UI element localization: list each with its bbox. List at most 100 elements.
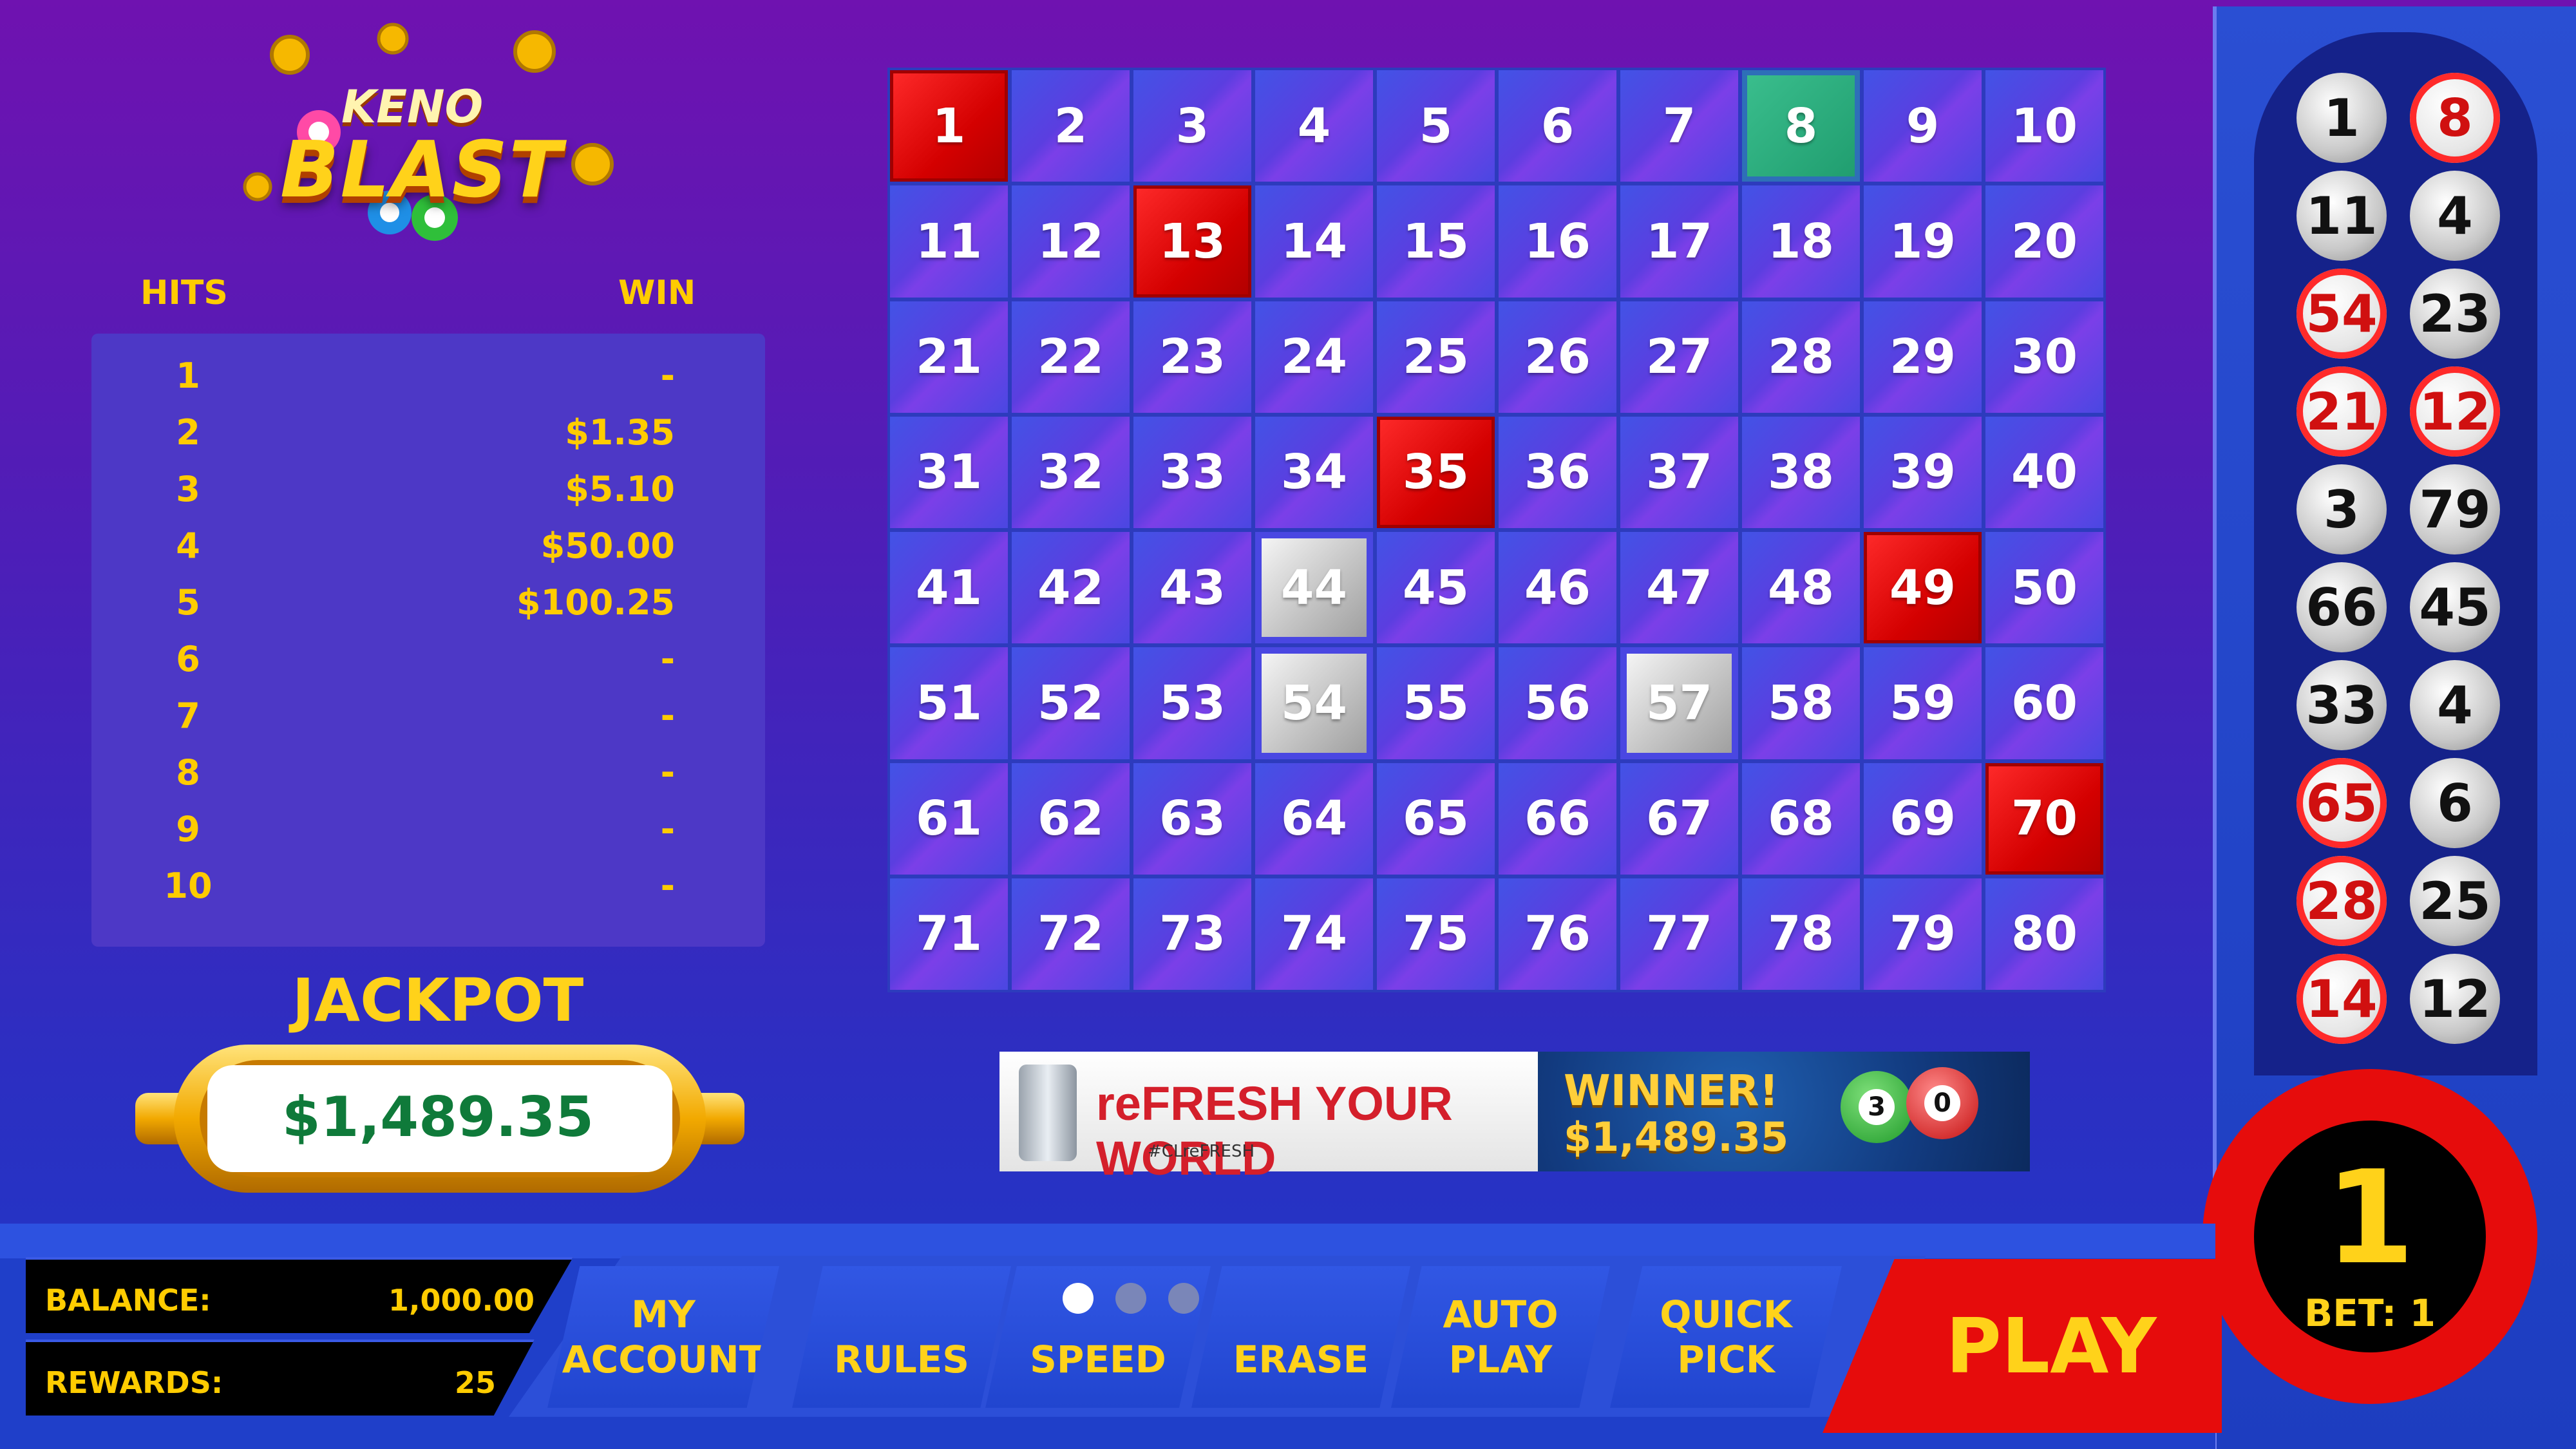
keno-cell[interactable]: 29 (1864, 301, 1982, 413)
auto-play-button[interactable]: AUTO PLAY (1391, 1266, 1610, 1408)
speed-dot-2[interactable] (1115, 1283, 1146, 1314)
quick-pick-button[interactable]: QUICK PICK (1610, 1266, 1842, 1408)
keno-cell[interactable]: 54 (1255, 647, 1373, 759)
play-label: PLAY (1946, 1302, 2157, 1390)
keno-cell[interactable]: 63 (1133, 762, 1251, 875)
keno-cell[interactable]: 60 (1985, 647, 2103, 759)
keno-cell[interactable]: 70 (1985, 762, 2103, 875)
keno-cell[interactable]: 40 (1985, 416, 2103, 528)
keno-cell[interactable]: 78 (1742, 878, 1860, 990)
keno-cell[interactable]: 2 (1012, 70, 1130, 182)
keno-cell[interactable]: 20 (1985, 185, 2103, 298)
keno-cell[interactable]: 50 (1985, 532, 2103, 644)
ad-panel-winner[interactable]: WINNER! $1,489.35 3 0 (1538, 1052, 2030, 1171)
drawn-ball: 8 (2410, 73, 2500, 163)
keno-cell[interactable]: 46 (1499, 532, 1616, 644)
keno-cell[interactable]: 1 (890, 70, 1008, 182)
paytable-row: 9- (91, 800, 765, 857)
paytable-win: - (660, 639, 675, 679)
keno-cell[interactable]: 18 (1742, 185, 1860, 298)
keno-cell[interactable]: 33 (1133, 416, 1251, 528)
keno-cell[interactable]: 44 (1255, 532, 1373, 644)
keno-cell[interactable]: 26 (1499, 301, 1616, 413)
keno-cell[interactable]: 30 (1985, 301, 2103, 413)
keno-cell[interactable]: 74 (1255, 878, 1373, 990)
keno-cell[interactable]: 79 (1864, 878, 1982, 990)
my-account-button[interactable]: MY ACCOUNT (547, 1266, 779, 1408)
keno-cell[interactable]: 36 (1499, 416, 1616, 528)
keno-cell[interactable]: 5 (1377, 70, 1495, 182)
drawn-ball: 6 (2410, 758, 2500, 848)
drawn-ball: 14 (2297, 954, 2387, 1044)
keno-cell[interactable]: 48 (1742, 532, 1860, 644)
keno-cell[interactable]: 80 (1985, 878, 2103, 990)
keno-cell[interactable]: 61 (890, 762, 1008, 875)
keno-cell[interactable]: 53 (1133, 647, 1251, 759)
keno-cell[interactable]: 25 (1377, 301, 1495, 413)
keno-cell[interactable]: 59 (1864, 647, 1982, 759)
keno-cell[interactable]: 14 (1255, 185, 1373, 298)
keno-cell[interactable]: 68 (1742, 762, 1860, 875)
rules-button[interactable]: RULES (792, 1266, 1011, 1408)
keno-cell[interactable]: 73 (1133, 878, 1251, 990)
keno-cell[interactable]: 75 (1377, 878, 1495, 990)
keno-cell[interactable]: 35 (1377, 416, 1495, 528)
keno-cell[interactable]: 52 (1012, 647, 1130, 759)
ad-banner[interactable]: reFRESH YOUR WORLD #CLreFRESH WINNER! $1… (999, 1052, 2030, 1185)
keno-cell[interactable]: 27 (1620, 301, 1738, 413)
quick-pick-label-line2: PICK (1677, 1338, 1775, 1381)
keno-cell[interactable]: 62 (1012, 762, 1130, 875)
keno-cell[interactable]: 11 (890, 185, 1008, 298)
keno-cell[interactable]: 21 (890, 301, 1008, 413)
keno-cell[interactable]: 49 (1864, 532, 1982, 644)
keno-cell[interactable]: 77 (1620, 878, 1738, 990)
keno-cell[interactable]: 7 (1620, 70, 1738, 182)
keno-cell[interactable]: 15 (1377, 185, 1495, 298)
my-account-label-line1: MY (631, 1293, 696, 1336)
keno-cell[interactable]: 51 (890, 647, 1008, 759)
keno-cell[interactable]: 17 (1620, 185, 1738, 298)
keno-cell[interactable]: 43 (1133, 532, 1251, 644)
keno-cell[interactable]: 3 (1133, 70, 1251, 182)
keno-cell[interactable]: 69 (1864, 762, 1982, 875)
keno-cell[interactable]: 56 (1499, 647, 1616, 759)
keno-cell[interactable]: 4 (1255, 70, 1373, 182)
erase-button[interactable]: ERASE (1191, 1266, 1410, 1408)
keno-cell[interactable]: 9 (1864, 70, 1982, 182)
keno-cell[interactable]: 12 (1012, 185, 1130, 298)
keno-cell[interactable]: 55 (1377, 647, 1495, 759)
keno-cell[interactable]: 67 (1620, 762, 1738, 875)
keno-cell[interactable]: 6 (1499, 70, 1616, 182)
keno-cell[interactable]: 71 (890, 878, 1008, 990)
keno-cell[interactable]: 72 (1012, 878, 1130, 990)
keno-cell[interactable]: 45 (1377, 532, 1495, 644)
keno-cell[interactable]: 58 (1742, 647, 1860, 759)
keno-cell[interactable]: 19 (1864, 185, 1982, 298)
speed-level-indicator[interactable] (1063, 1283, 1199, 1314)
keno-cell[interactable]: 28 (1742, 301, 1860, 413)
keno-cell[interactable]: 34 (1255, 416, 1373, 528)
keno-cell[interactable]: 32 (1012, 416, 1130, 528)
keno-cell[interactable]: 39 (1864, 416, 1982, 528)
keno-cell[interactable]: 64 (1255, 762, 1373, 875)
keno-cell[interactable]: 23 (1133, 301, 1251, 413)
keno-cell[interactable]: 41 (890, 532, 1008, 644)
keno-cell[interactable]: 16 (1499, 185, 1616, 298)
keno-cell[interactable]: 76 (1499, 878, 1616, 990)
keno-cell[interactable]: 66 (1499, 762, 1616, 875)
keno-cell[interactable]: 65 (1377, 762, 1495, 875)
keno-cell[interactable]: 38 (1742, 416, 1860, 528)
keno-cell[interactable]: 22 (1012, 301, 1130, 413)
speed-dot-1[interactable] (1063, 1283, 1094, 1314)
keno-cell[interactable]: 10 (1985, 70, 2103, 182)
keno-cell[interactable]: 37 (1620, 416, 1738, 528)
keno-cell[interactable]: 8 (1742, 70, 1860, 182)
speed-dot-3[interactable] (1168, 1283, 1199, 1314)
ad-panel-refresh[interactable]: reFRESH YOUR WORLD #CLreFRESH (999, 1052, 1538, 1185)
keno-cell[interactable]: 42 (1012, 532, 1130, 644)
keno-cell[interactable]: 31 (890, 416, 1008, 528)
keno-cell[interactable]: 47 (1620, 532, 1738, 644)
keno-cell[interactable]: 13 (1133, 185, 1251, 298)
keno-cell[interactable]: 24 (1255, 301, 1373, 413)
keno-cell[interactable]: 57 (1620, 647, 1738, 759)
